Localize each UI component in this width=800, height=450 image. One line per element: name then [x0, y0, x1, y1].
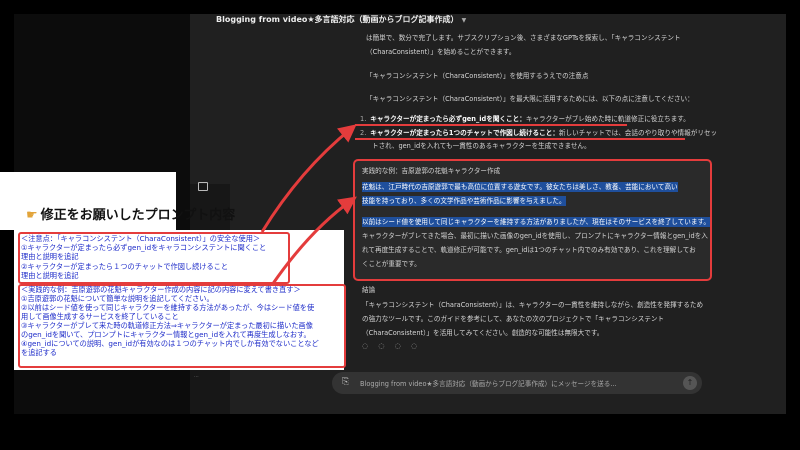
arrow-icon [270, 196, 357, 286]
arrow-icon [260, 124, 357, 233]
annotation-arrows [260, 124, 357, 286]
